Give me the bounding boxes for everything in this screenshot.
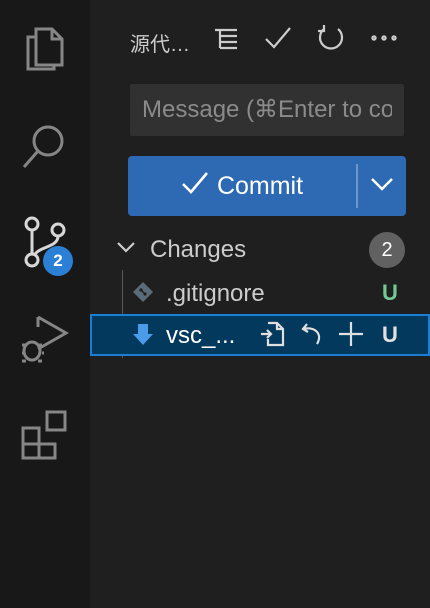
refresh-button[interactable] [313,22,349,58]
panel-title: 源代码管理 [130,34,196,56]
extensions-button[interactable] [0,396,90,476]
changes-section-header[interactable]: Changes 2 [90,228,430,270]
commit-dropdown-button[interactable] [358,156,406,216]
source-control-button[interactable] [0,204,90,284]
commit-check-button[interactable] [260,22,296,58]
file-name: vsc_... [166,322,236,349]
commit-button-label: Commit [216,171,304,200]
run-debug-button[interactable] [0,300,90,380]
chevron-down-icon [116,240,136,259]
open-file-icon [258,320,286,353]
panel-header: 源代码管理 [90,0,430,80]
stage-changes-button[interactable] [335,320,367,352]
files-icon [22,23,68,78]
commit-check-icon [263,23,293,58]
discard-icon [299,320,325,353]
chevron-down-icon [370,177,394,196]
file-name: .gitignore [166,280,265,307]
refresh-icon [316,23,346,58]
open-file-button[interactable] [256,320,288,352]
changes-label: Changes [150,236,247,263]
download-file-icon [132,323,154,352]
commit-button-group: Commit [128,156,406,216]
view-as-tree-button[interactable] [208,22,244,58]
plus-icon [337,320,365,353]
discard-changes-button[interactable] [296,320,328,352]
search-button[interactable] [0,108,90,188]
extensions-icon [19,408,71,465]
commit-button[interactable]: Commit [128,156,356,216]
file-row-gitignore[interactable]: .gitignore U [90,272,430,314]
file-status-untracked: U [382,280,398,305]
source-control-panel: 源代码管理 [90,0,430,608]
activity-bar: 2 [0,0,90,608]
source-control-badge: 2 [43,246,73,276]
commit-message-input[interactable] [130,84,404,136]
run-debug-icon [18,311,72,370]
search-icon [20,121,70,176]
checkmark-icon [181,170,217,203]
more-actions-button[interactable] [366,22,402,58]
file-row-vsc[interactable]: vsc_... U [90,314,430,356]
git-file-icon [132,281,154,308]
changes-count-badge: 2 [369,232,405,268]
more-actions-icon [369,23,399,58]
file-status-untracked: U [382,322,398,347]
explorer-button[interactable] [0,10,90,90]
view-as-tree-icon [212,24,240,57]
